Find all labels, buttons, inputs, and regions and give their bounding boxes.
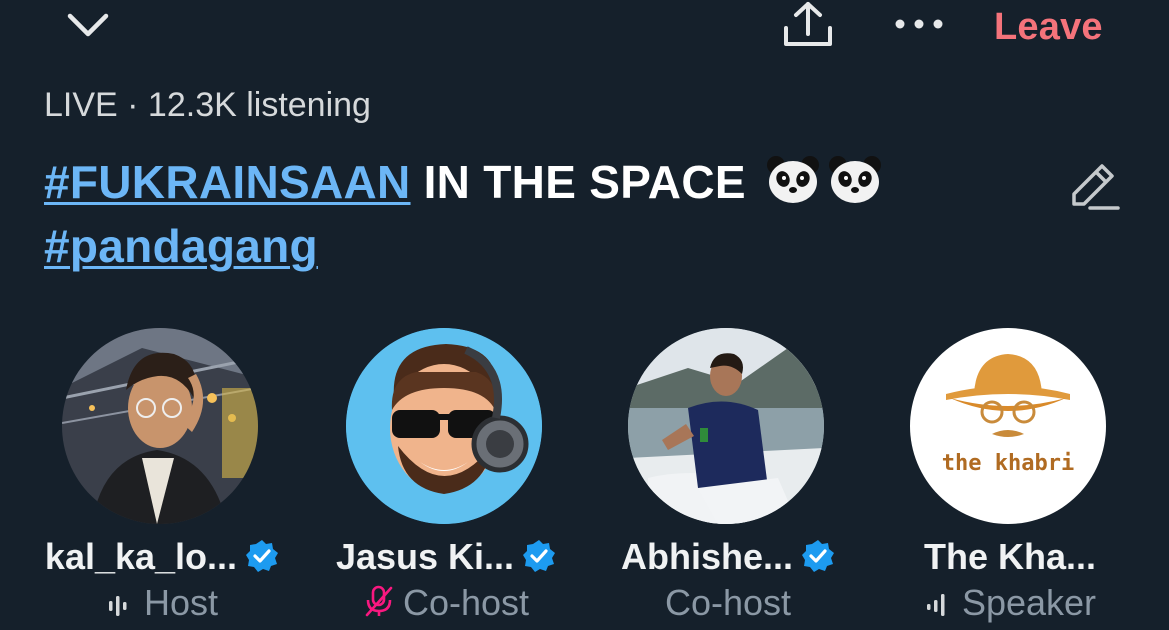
participant-role: Speaker — [890, 582, 1130, 624]
more-icon[interactable] — [888, 6, 950, 42]
live-status: LIVE · 12.3K listening — [44, 86, 371, 124]
participant-name: Jasus Ki... — [326, 536, 566, 578]
share-icon[interactable] — [778, 0, 838, 52]
participant-cohost[interactable]: Jasus Ki... Co-host — [326, 328, 566, 628]
panda-icon — [766, 156, 819, 203]
avatar[interactable] — [62, 328, 258, 524]
avatar-logo: the khabri — [910, 328, 1106, 524]
top-bar: Leave — [0, 0, 1169, 60]
verified-badge-icon — [802, 540, 835, 572]
edit-icon[interactable] — [1060, 158, 1126, 218]
hashtag-link[interactable]: #FUKRAINSAAN — [44, 156, 411, 208]
participant-host[interactable]: kal_ka_lo... Host — [42, 328, 282, 628]
participant-role: Co-host — [326, 582, 566, 624]
participant-name: Abhishe... — [608, 536, 848, 578]
avatar-cartoon — [346, 328, 542, 524]
hashtag-link[interactable]: #pandagang — [44, 220, 318, 272]
participant-name: The Kha... — [923, 536, 1097, 577]
leave-button[interactable]: Leave — [994, 6, 1103, 49]
participant-role: Co-host — [664, 582, 792, 623]
panda-icon — [828, 156, 881, 203]
avatar[interactable]: the khabri — [910, 328, 1106, 524]
space-title: #FUKRAINSAAN IN THE SPACE #pandagang — [44, 150, 1044, 278]
avatar-photo — [62, 328, 258, 524]
verified-badge-icon — [523, 540, 556, 572]
participant-cohost[interactable]: Abhishe... Co-host — [608, 328, 848, 628]
participant-speaker[interactable]: the khabri The Kha... Speaker — [890, 328, 1130, 628]
participant-name: kal_ka_lo... — [42, 536, 282, 578]
verified-badge-icon — [246, 540, 279, 572]
participant-role: Host — [42, 582, 282, 624]
avatar[interactable] — [628, 328, 824, 524]
avatar-logo-text: the khabri — [942, 451, 1074, 476]
mic-muted-icon — [365, 585, 393, 617]
avatar-photo — [628, 328, 824, 524]
speaking-bars-icon — [108, 596, 127, 616]
speaking-bars-icon — [926, 594, 945, 616]
chevron-down-icon[interactable] — [62, 6, 114, 46]
avatar[interactable] — [346, 328, 542, 524]
title-text: IN THE SPACE — [410, 156, 759, 208]
